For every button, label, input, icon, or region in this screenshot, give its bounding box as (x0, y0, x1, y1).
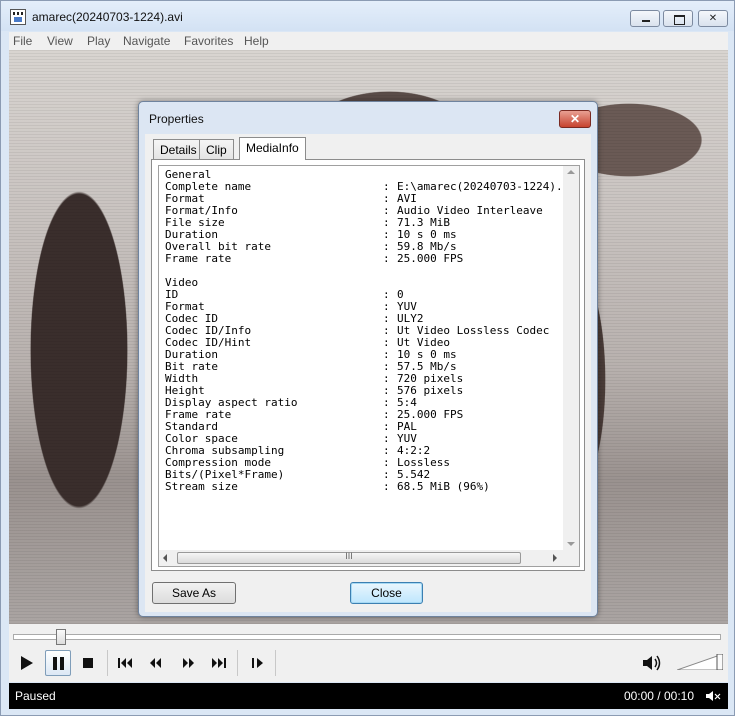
frame-step-button[interactable] (245, 650, 271, 676)
info-list: General Complete name: E:\amarec(20240703-… (165, 169, 563, 493)
scroll-left-icon[interactable] (163, 554, 167, 562)
info-row: Complete name: E:\amarec(20240703-1224). (165, 181, 563, 193)
close-button[interactable]: Close (350, 582, 423, 604)
tab-details[interactable]: Details (153, 139, 204, 159)
info-row: Bit rate:57.5 Mb/s (165, 361, 563, 373)
menu-bar: File View Play Navigate Favorites Help (9, 32, 728, 50)
next-button[interactable] (205, 650, 231, 676)
separator (275, 650, 276, 676)
scroll-down-icon[interactable] (567, 542, 575, 546)
volume-slider[interactable] (677, 654, 723, 670)
status-bar: Paused 00:00 / 00:10 (9, 683, 728, 709)
play-icon (21, 656, 33, 670)
stop-icon (83, 658, 93, 668)
speaker-icon (643, 655, 661, 671)
mute-icon[interactable] (704, 688, 722, 704)
menu-view[interactable]: View (47, 34, 73, 48)
seek-bar[interactable] (13, 629, 721, 645)
info-row: ID:0 (165, 289, 563, 301)
volume-button[interactable] (639, 650, 665, 676)
info-row (165, 265, 563, 277)
app-icon (10, 9, 26, 25)
window-title: amarec(20240703-1224).avi (32, 10, 183, 24)
info-separator: : (383, 252, 390, 265)
minimize-icon (631, 11, 659, 26)
info-row: Codec ID/Hint: Ut Video (165, 337, 563, 349)
separator (237, 650, 238, 676)
scroll-up-icon[interactable] (567, 170, 575, 174)
dialog-title: Properties (149, 112, 204, 126)
fast-forward-button[interactable] (175, 650, 201, 676)
scroll-right-icon[interactable] (553, 554, 557, 562)
menu-navigate[interactable]: Navigate (123, 34, 170, 48)
separator (107, 650, 108, 676)
rewind-button[interactable] (143, 650, 169, 676)
info-row: Video (165, 277, 563, 289)
dialog-body: Details Clip MediaInfo General Complete n… (145, 134, 591, 612)
close-icon: ✕ (708, 13, 718, 24)
info-row: Duration:10 s 0 ms (165, 349, 563, 361)
pause-button[interactable] (45, 650, 71, 676)
frame-step-icon (252, 658, 263, 668)
close-icon: ✕ (569, 112, 581, 126)
pause-icon (53, 657, 64, 670)
info-row: Format: YUV (165, 301, 563, 313)
play-button[interactable] (13, 650, 39, 676)
time-display: 00:00 / 00:10 (623, 689, 694, 703)
title-bar[interactable]: amarec(20240703-1224).avi ✕ (1, 1, 734, 31)
horizontal-scrollbar[interactable]: III (159, 550, 579, 566)
info-key: Stream size (165, 480, 238, 493)
playback-controls (9, 624, 728, 682)
minimize-button[interactable] (630, 10, 660, 27)
info-key: Frame rate (165, 252, 232, 265)
volume-thumb (716, 654, 723, 670)
info-row: Width:720 pixels (165, 373, 563, 385)
playback-status: Paused (15, 689, 56, 703)
horizontal-scroll-thumb[interactable]: III (177, 551, 521, 564)
info-value: 68.5 MiB (96%) (397, 480, 490, 493)
tab-mediainfo[interactable]: MediaInfo (239, 137, 306, 160)
skip-back-icon (118, 658, 132, 668)
info-key: Video (165, 276, 199, 289)
info-row: Stream size:68.5 MiB (96%) (165, 481, 563, 493)
save-as-button[interactable]: Save As (152, 582, 236, 604)
menu-file[interactable]: File (13, 34, 32, 48)
properties-dialog: Properties ✕ Details Clip MediaInfo Gene… (138, 101, 598, 617)
close-window-button[interactable]: ✕ (698, 10, 728, 27)
info-value: 25.000 FPS (397, 252, 464, 265)
info-row: Format/Info: Audio Video Interleave (165, 205, 563, 217)
rewind-icon (150, 658, 161, 668)
info-row: Frame rate:25.000 FPS (165, 409, 563, 421)
previous-button[interactable] (113, 650, 139, 676)
stop-button[interactable] (75, 650, 101, 676)
mediainfo-text[interactable]: General Complete name: E:\amarec(20240703-… (158, 165, 580, 567)
menu-help[interactable]: Help (244, 34, 269, 48)
scroll-grip: III (345, 551, 353, 561)
info-value: E:\amarec(20240703-1224). (397, 180, 563, 193)
info-row: Frame rate:25.000 FPS (165, 253, 563, 265)
fast-forward-icon (183, 658, 194, 668)
info-row: File size:71.3 MiB (165, 217, 563, 229)
menu-favorites[interactable]: Favorites (184, 34, 233, 48)
menu-play[interactable]: Play (87, 34, 110, 48)
seek-thumb[interactable] (56, 629, 66, 645)
tab-clip[interactable]: Clip (199, 139, 234, 159)
info-separator: : (383, 480, 390, 493)
vertical-scrollbar[interactable] (563, 166, 579, 550)
dialog-close-button[interactable]: ✕ (559, 110, 591, 128)
skip-forward-icon (212, 658, 226, 668)
maximize-button[interactable] (663, 10, 693, 27)
maximize-icon (664, 11, 692, 26)
mediainfo-panel: General Complete name: E:\amarec(20240703-… (151, 159, 585, 571)
